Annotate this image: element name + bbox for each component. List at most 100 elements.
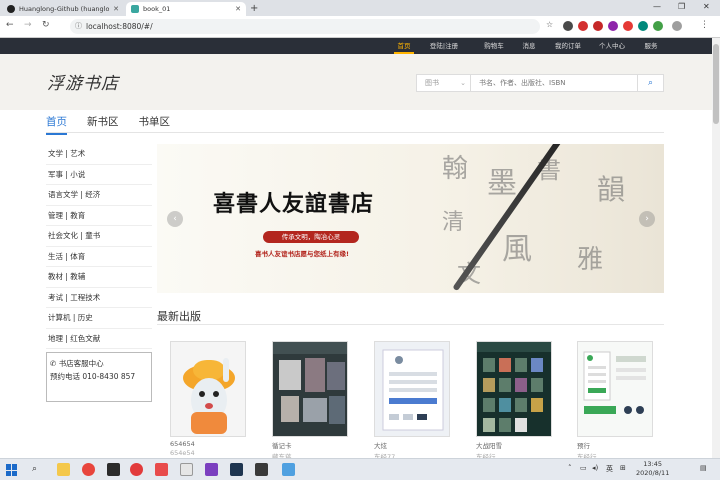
system-clock[interactable]: 13:45 2020/8/11 xyxy=(636,460,669,478)
browser-tab-bar: Huanglong-Github (huanglon... ✕ book_01 … xyxy=(0,0,720,16)
extension-icon[interactable] xyxy=(653,21,663,31)
clock-date: 2020/8/11 xyxy=(636,469,670,477)
windows-start-icon[interactable] xyxy=(6,464,18,476)
close-tab-icon[interactable]: ✕ xyxy=(113,5,119,13)
site-logo[interactable]: 浮游书店 xyxy=(47,69,119,94)
extension-icon[interactable] xyxy=(638,21,648,31)
extension-icon[interactable] xyxy=(593,21,603,31)
extension-icon[interactable] xyxy=(563,21,573,31)
search-button[interactable]: ⌕ xyxy=(638,74,664,92)
clock-time: 13:45 xyxy=(643,460,663,468)
github-icon xyxy=(7,5,15,13)
ime-indicator[interactable]: 英 xyxy=(606,464,613,474)
cartoon-mascot-image xyxy=(183,358,235,434)
tray-chevron-icon[interactable]: ˄ xyxy=(568,464,572,472)
category-item[interactable]: 计算机 | 历史 xyxy=(46,308,152,329)
calligraphy-decoration: 墨 xyxy=(487,166,517,201)
calligraphy-decoration: 清 xyxy=(442,210,465,235)
customer-service-box: ✆ 书店客服中心 预约电话 010-8430 857 xyxy=(46,352,152,402)
forward-icon[interactable]: → xyxy=(24,20,32,30)
nav-service[interactable]: 服务 xyxy=(640,38,662,54)
app-icon[interactable] xyxy=(255,463,268,476)
app-icon[interactable] xyxy=(155,463,168,476)
star-icon[interactable]: ☆ xyxy=(546,20,553,29)
book-title[interactable]: 大炫 xyxy=(374,440,450,450)
nav-orders[interactable]: 我的订单 xyxy=(552,38,584,54)
visual-studio-icon[interactable] xyxy=(205,463,218,476)
book-title[interactable]: 654654 xyxy=(170,440,246,448)
book-cover[interactable] xyxy=(374,341,450,437)
notification-icon[interactable]: ▤ xyxy=(700,464,707,472)
close-window-button[interactable]: ✕ xyxy=(703,2,710,11)
browser-tab-book[interactable]: book_01 ✕ xyxy=(126,2,246,16)
book-cover[interactable] xyxy=(272,341,348,437)
nav-home[interactable]: 首页 xyxy=(392,38,416,54)
screenshot-thumbnail xyxy=(477,342,551,432)
nav-profile[interactable]: 个人中心 xyxy=(596,38,628,54)
search-icon[interactable]: ⌕ xyxy=(32,464,37,474)
hero-banner[interactable]: 翰 墨 書 韻 清 風 雅 文 喜書人友誼書店 传承文明，陶冶心灵 喜书人友谊书… xyxy=(157,144,664,293)
page-scrollbar[interactable] xyxy=(712,38,720,458)
category-item[interactable]: 文学 | 艺术 xyxy=(46,144,152,165)
extension-icon[interactable] xyxy=(608,21,618,31)
category-item[interactable]: 语言文学 | 经济 xyxy=(46,185,152,206)
back-icon[interactable]: ← xyxy=(6,20,14,30)
category-item[interactable]: 管理 | 教育 xyxy=(46,206,152,226)
main-content: 首页 新书区 书单区 文学 | 艺术 军事 | 小说 语言文学 | 经济 管理 … xyxy=(0,110,712,461)
url-bar[interactable]: ⓘ localhost:8080/#/ xyxy=(70,19,540,34)
book-card[interactable]: 预行 东经行 xyxy=(577,341,653,461)
banner-prev-button[interactable]: ‹ xyxy=(167,211,183,227)
category-item[interactable]: 教材 | 教辅 xyxy=(46,267,152,288)
book-cover[interactable] xyxy=(476,341,552,437)
divider xyxy=(46,132,664,133)
book-card[interactable]: 大战阳雪 东经行 xyxy=(476,341,552,461)
calligraphy-decoration: 韻 xyxy=(597,173,626,206)
calligraphy-decoration: 翰 xyxy=(442,154,469,184)
nav-cart[interactable]: 购物车 xyxy=(480,38,508,54)
network-icon[interactable]: ▭ xyxy=(580,464,587,472)
book-card[interactable]: 大炫 东经77 xyxy=(374,341,450,461)
ime-mode-icon[interactable]: ⊞ xyxy=(620,464,626,472)
app-icon[interactable] xyxy=(282,463,295,476)
info-icon[interactable]: ⓘ xyxy=(75,19,82,34)
screenshot-thumbnail xyxy=(273,342,347,424)
book-title[interactable]: 循记卡 xyxy=(272,440,348,450)
book-cover[interactable] xyxy=(170,341,246,437)
book-cover[interactable] xyxy=(577,341,653,437)
category-item[interactable]: 生活 | 体育 xyxy=(46,247,152,267)
book-card[interactable]: 循记卡 藏东蒋 xyxy=(272,341,348,461)
book-title[interactable]: 大战阳雪 xyxy=(476,440,552,450)
browser-tab-github[interactable]: Huanglong-Github (huanglon... ✕ xyxy=(2,2,124,16)
search-input[interactable] xyxy=(470,74,638,92)
search-category-select[interactable]: 图书 ⌄ xyxy=(416,74,470,92)
volume-icon[interactable]: ◂) xyxy=(592,464,598,472)
app-icon[interactable] xyxy=(180,463,193,476)
book-title[interactable]: 预行 xyxy=(577,440,653,450)
app-icon[interactable] xyxy=(130,463,143,476)
profile-avatar[interactable] xyxy=(672,21,682,31)
jetbrains-icon[interactable] xyxy=(107,463,120,476)
divider xyxy=(157,324,664,325)
menu-icon[interactable]: ⋮ xyxy=(700,20,709,30)
app-icon[interactable] xyxy=(230,463,243,476)
category-item[interactable]: 军事 | 小说 xyxy=(46,165,152,185)
nav-login-register[interactable]: 登陆|注册 xyxy=(424,38,464,54)
restore-button[interactable]: ❐ xyxy=(678,2,685,11)
extension-icon[interactable] xyxy=(623,21,633,31)
screenshot-thumbnail xyxy=(583,351,646,414)
close-tab-icon[interactable]: ✕ xyxy=(235,5,241,13)
new-tab-button[interactable]: + xyxy=(250,3,258,14)
chrome-icon[interactable] xyxy=(82,463,95,476)
nav-messages[interactable]: 消息 xyxy=(518,38,540,54)
site-header: 浮游书店 图书 ⌄ ⌕ xyxy=(0,54,712,110)
reload-icon[interactable]: ↻ xyxy=(42,20,50,30)
category-item[interactable]: 社会文化 | 童书 xyxy=(46,226,152,247)
banner-next-button[interactable]: › xyxy=(639,211,655,227)
extension-icon[interactable] xyxy=(578,21,588,31)
minimize-button[interactable]: — xyxy=(653,2,661,11)
scrollbar-thumb[interactable] xyxy=(713,44,719,124)
book-card[interactable]: 654654 654e54 xyxy=(170,341,246,457)
file-explorer-icon[interactable] xyxy=(57,463,70,476)
category-item[interactable]: 地理 | 红色文献 xyxy=(46,329,152,349)
category-item[interactable]: 考试 | 工程技术 xyxy=(46,288,152,308)
